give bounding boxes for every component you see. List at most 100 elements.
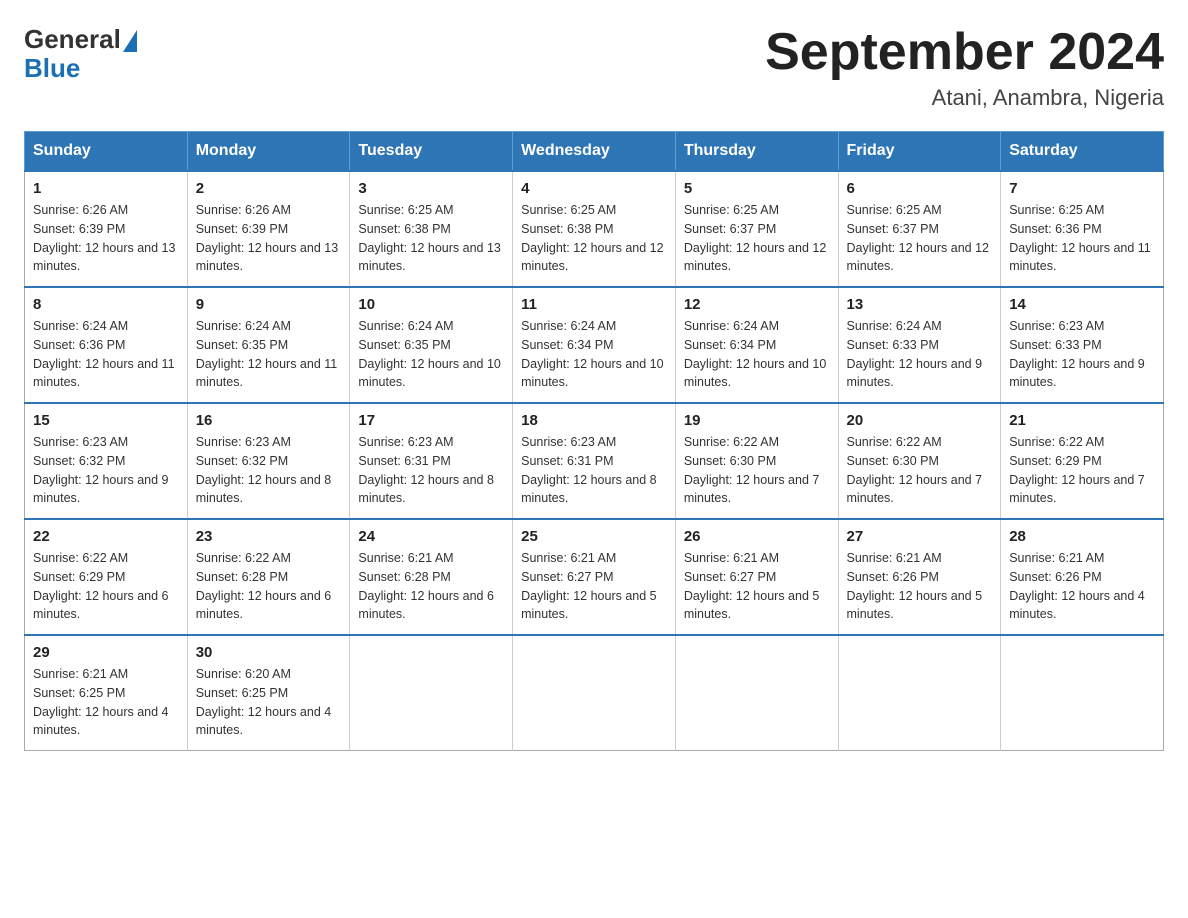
calendar-week-row: 1 Sunrise: 6:26 AMSunset: 6:39 PMDayligh… [25,171,1164,287]
calendar-header-friday: Friday [838,132,1001,172]
day-info: Sunrise: 6:21 AMSunset: 6:25 PMDaylight:… [33,665,179,740]
day-info: Sunrise: 6:23 AMSunset: 6:31 PMDaylight:… [358,433,504,508]
title-section: September 2024 Atani, Anambra, Nigeria [765,24,1164,111]
day-info: Sunrise: 6:21 AMSunset: 6:28 PMDaylight:… [358,549,504,624]
day-number: 17 [358,412,504,429]
day-info: Sunrise: 6:22 AMSunset: 6:28 PMDaylight:… [196,549,342,624]
day-info: Sunrise: 6:22 AMSunset: 6:29 PMDaylight:… [1009,433,1155,508]
logo: General Blue [24,24,137,84]
day-number: 28 [1009,528,1155,545]
day-number: 22 [33,528,179,545]
day-number: 27 [847,528,993,545]
day-info: Sunrise: 6:21 AMSunset: 6:27 PMDaylight:… [684,549,830,624]
calendar-cell: 18 Sunrise: 6:23 AMSunset: 6:31 PMDaylig… [513,403,676,519]
day-number: 13 [847,296,993,313]
day-number: 1 [33,180,179,197]
calendar-cell [513,635,676,751]
day-number: 30 [196,644,342,661]
day-info: Sunrise: 6:23 AMSunset: 6:31 PMDaylight:… [521,433,667,508]
calendar-cell: 8 Sunrise: 6:24 AMSunset: 6:36 PMDayligh… [25,287,188,403]
day-number: 21 [1009,412,1155,429]
calendar-cell: 15 Sunrise: 6:23 AMSunset: 6:32 PMDaylig… [25,403,188,519]
day-number: 4 [521,180,667,197]
calendar-cell [1001,635,1164,751]
day-number: 14 [1009,296,1155,313]
day-number: 19 [684,412,830,429]
calendar-header-row: SundayMondayTuesdayWednesdayThursdayFrid… [25,132,1164,172]
calendar-cell: 29 Sunrise: 6:21 AMSunset: 6:25 PMDaylig… [25,635,188,751]
day-info: Sunrise: 6:20 AMSunset: 6:25 PMDaylight:… [196,665,342,740]
calendar-cell: 27 Sunrise: 6:21 AMSunset: 6:26 PMDaylig… [838,519,1001,635]
calendar-week-row: 15 Sunrise: 6:23 AMSunset: 6:32 PMDaylig… [25,403,1164,519]
day-number: 9 [196,296,342,313]
day-info: Sunrise: 6:22 AMSunset: 6:30 PMDaylight:… [684,433,830,508]
calendar-cell: 17 Sunrise: 6:23 AMSunset: 6:31 PMDaylig… [350,403,513,519]
day-info: Sunrise: 6:24 AMSunset: 6:33 PMDaylight:… [847,317,993,392]
day-info: Sunrise: 6:23 AMSunset: 6:32 PMDaylight:… [33,433,179,508]
calendar-cell: 4 Sunrise: 6:25 AMSunset: 6:38 PMDayligh… [513,171,676,287]
calendar-cell: 1 Sunrise: 6:26 AMSunset: 6:39 PMDayligh… [25,171,188,287]
day-info: Sunrise: 6:26 AMSunset: 6:39 PMDaylight:… [33,201,179,276]
calendar-week-row: 29 Sunrise: 6:21 AMSunset: 6:25 PMDaylig… [25,635,1164,751]
day-number: 6 [847,180,993,197]
day-info: Sunrise: 6:25 AMSunset: 6:36 PMDaylight:… [1009,201,1155,276]
day-info: Sunrise: 6:24 AMSunset: 6:34 PMDaylight:… [521,317,667,392]
day-number: 23 [196,528,342,545]
calendar-cell: 22 Sunrise: 6:22 AMSunset: 6:29 PMDaylig… [25,519,188,635]
day-info: Sunrise: 6:24 AMSunset: 6:35 PMDaylight:… [358,317,504,392]
calendar-header-monday: Monday [187,132,350,172]
day-info: Sunrise: 6:25 AMSunset: 6:37 PMDaylight:… [684,201,830,276]
day-number: 26 [684,528,830,545]
calendar-cell: 20 Sunrise: 6:22 AMSunset: 6:30 PMDaylig… [838,403,1001,519]
calendar-cell: 28 Sunrise: 6:21 AMSunset: 6:26 PMDaylig… [1001,519,1164,635]
calendar-header-thursday: Thursday [675,132,838,172]
day-number: 16 [196,412,342,429]
day-info: Sunrise: 6:21 AMSunset: 6:27 PMDaylight:… [521,549,667,624]
calendar-cell [675,635,838,751]
calendar-cell: 12 Sunrise: 6:24 AMSunset: 6:34 PMDaylig… [675,287,838,403]
calendar-table: SundayMondayTuesdayWednesdayThursdayFrid… [24,131,1164,751]
calendar-cell: 16 Sunrise: 6:23 AMSunset: 6:32 PMDaylig… [187,403,350,519]
page-header: General Blue September 2024 Atani, Anamb… [24,24,1164,111]
logo-top: General [24,24,137,55]
calendar-cell: 21 Sunrise: 6:22 AMSunset: 6:29 PMDaylig… [1001,403,1164,519]
day-info: Sunrise: 6:24 AMSunset: 6:34 PMDaylight:… [684,317,830,392]
day-number: 29 [33,644,179,661]
day-number: 24 [358,528,504,545]
calendar-cell: 23 Sunrise: 6:22 AMSunset: 6:28 PMDaylig… [187,519,350,635]
day-info: Sunrise: 6:21 AMSunset: 6:26 PMDaylight:… [1009,549,1155,624]
logo-blue-text: Blue [24,53,80,84]
day-info: Sunrise: 6:23 AMSunset: 6:32 PMDaylight:… [196,433,342,508]
day-number: 15 [33,412,179,429]
calendar-header-sunday: Sunday [25,132,188,172]
day-info: Sunrise: 6:24 AMSunset: 6:35 PMDaylight:… [196,317,342,392]
calendar-header-wednesday: Wednesday [513,132,676,172]
day-number: 8 [33,296,179,313]
day-number: 7 [1009,180,1155,197]
day-info: Sunrise: 6:22 AMSunset: 6:30 PMDaylight:… [847,433,993,508]
day-info: Sunrise: 6:22 AMSunset: 6:29 PMDaylight:… [33,549,179,624]
calendar-cell: 13 Sunrise: 6:24 AMSunset: 6:33 PMDaylig… [838,287,1001,403]
day-info: Sunrise: 6:23 AMSunset: 6:33 PMDaylight:… [1009,317,1155,392]
month-title: September 2024 [765,24,1164,81]
calendar-cell [838,635,1001,751]
day-info: Sunrise: 6:25 AMSunset: 6:37 PMDaylight:… [847,201,993,276]
day-info: Sunrise: 6:26 AMSunset: 6:39 PMDaylight:… [196,201,342,276]
day-number: 11 [521,296,667,313]
day-info: Sunrise: 6:25 AMSunset: 6:38 PMDaylight:… [521,201,667,276]
calendar-cell: 26 Sunrise: 6:21 AMSunset: 6:27 PMDaylig… [675,519,838,635]
calendar-cell: 7 Sunrise: 6:25 AMSunset: 6:36 PMDayligh… [1001,171,1164,287]
calendar-cell: 14 Sunrise: 6:23 AMSunset: 6:33 PMDaylig… [1001,287,1164,403]
calendar-cell: 11 Sunrise: 6:24 AMSunset: 6:34 PMDaylig… [513,287,676,403]
day-info: Sunrise: 6:24 AMSunset: 6:36 PMDaylight:… [33,317,179,392]
day-number: 12 [684,296,830,313]
day-number: 2 [196,180,342,197]
logo-triangle-icon [123,30,137,52]
calendar-cell: 25 Sunrise: 6:21 AMSunset: 6:27 PMDaylig… [513,519,676,635]
calendar-cell: 2 Sunrise: 6:26 AMSunset: 6:39 PMDayligh… [187,171,350,287]
location-text: Atani, Anambra, Nigeria [765,85,1164,111]
day-number: 20 [847,412,993,429]
calendar-cell: 3 Sunrise: 6:25 AMSunset: 6:38 PMDayligh… [350,171,513,287]
calendar-header-tuesday: Tuesday [350,132,513,172]
day-number: 25 [521,528,667,545]
